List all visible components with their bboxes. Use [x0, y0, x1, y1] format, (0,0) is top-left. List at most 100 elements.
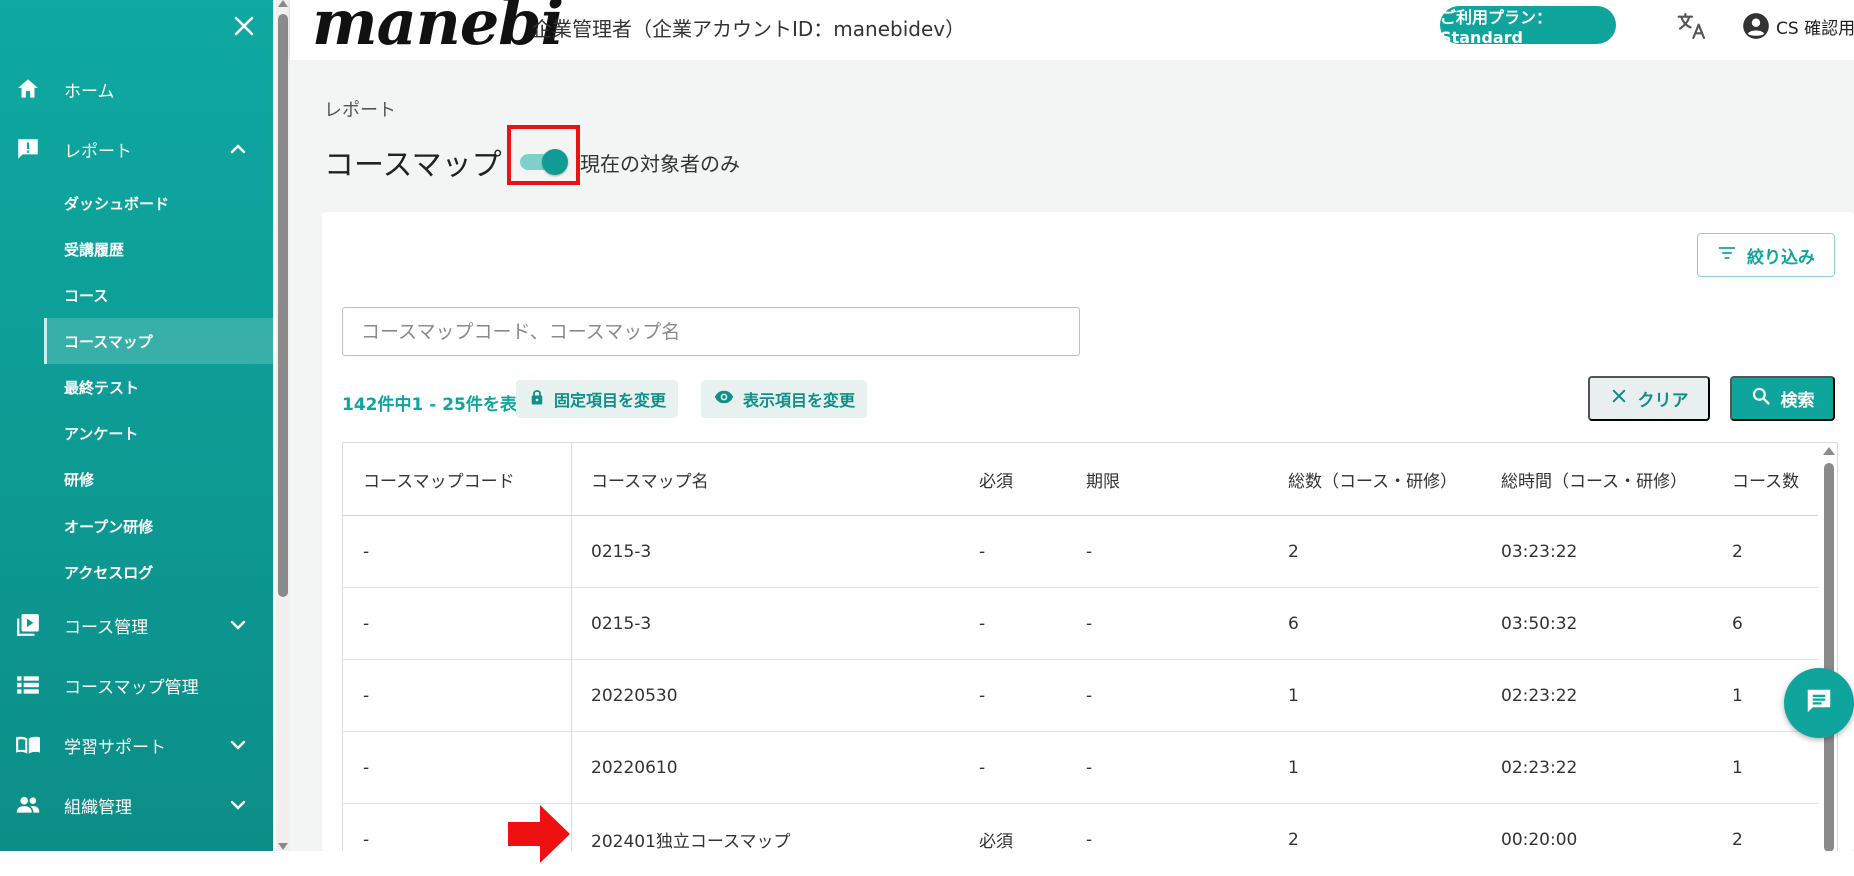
table-cell: 2	[1288, 541, 1299, 562]
close-icon[interactable]	[230, 12, 258, 40]
account-circle-icon[interactable]	[1742, 12, 1770, 40]
column-header[interactable]: 必須	[979, 443, 1013, 515]
sidebar-item-coursemap-management[interactable]: コースマップ管理	[0, 663, 273, 707]
table-cell: -	[1086, 541, 1093, 562]
sidebar-subitem-label: アンケート	[64, 424, 139, 443]
scroll-down-arrow-icon[interactable]	[278, 843, 288, 850]
sidebar-subitem-training[interactable]: 研修	[44, 456, 273, 502]
change-display-items-button[interactable]: 表示項目を変更	[701, 380, 868, 418]
table-cell: 00:20:00	[1501, 829, 1578, 850]
sidebar-item-learning-support[interactable]: 学習サポート	[0, 723, 273, 767]
sidebar-subitem-open-training[interactable]: オープン研修	[44, 503, 273, 549]
table-cell: 02:23:22	[1501, 685, 1578, 706]
scrollbar-thumb[interactable]	[1824, 463, 1834, 851]
clear-button-label: クリア	[1637, 391, 1689, 410]
table-cell: 2	[1732, 829, 1743, 850]
scrollbar-thumb[interactable]	[278, 14, 288, 597]
column-header[interactable]: コース数	[1732, 443, 1799, 515]
eye-icon	[713, 387, 735, 411]
table-cell: -	[1086, 613, 1093, 634]
change-display-items-label: 表示項目を変更	[743, 391, 856, 410]
sidebar-subitem-dashboard[interactable]: ダッシュボード	[44, 180, 273, 226]
main-content: レポート コースマップ 現在の対象者のみ 絞り込み 142件中1 - 25件を表…	[290, 60, 1854, 851]
annotation-highlight-box	[507, 125, 580, 185]
table-cell: 6	[1288, 613, 1299, 634]
report-card: 絞り込み 142件中1 - 25件を表示 固定項目を変更 表示項目を変更 クリア	[322, 212, 1854, 851]
sidebar-subitem-coursemap[interactable]: コースマップ	[44, 318, 273, 364]
search-input[interactable]	[342, 307, 1080, 356]
breadcrumb[interactable]: レポート	[324, 96, 396, 122]
sidebar-item-course-management[interactable]: コース管理	[0, 603, 273, 647]
sidebar-item-label: コース管理	[64, 617, 149, 638]
table-cell: 20220530	[591, 685, 678, 706]
filter-button[interactable]: 絞り込み	[1697, 233, 1835, 277]
plan-badge[interactable]: ご利用プラン：Standard	[1440, 6, 1616, 47]
scroll-up-arrow-icon[interactable]	[1823, 447, 1835, 455]
translate-icon[interactable]	[1676, 10, 1708, 42]
table-scrollbar[interactable]	[1820, 443, 1837, 851]
table-row[interactable]: - 0215-3 - - 6 03:50:32 6	[343, 588, 1818, 660]
sidebar-scrollbar[interactable]	[276, 0, 290, 851]
table-cell: 1	[1732, 685, 1743, 706]
sidebar-subitem-access-log[interactable]: アクセスログ	[44, 549, 273, 595]
table-cell: -	[363, 685, 370, 706]
table-row[interactable]: - 0215-3 - - 2 03:23:22 2	[343, 516, 1818, 588]
book-open-icon	[14, 731, 42, 759]
scroll-up-arrow-icon[interactable]	[278, 0, 288, 7]
page-title: コースマップ	[324, 148, 502, 183]
sidebar-subitem-history[interactable]: 受講履歴	[44, 226, 273, 272]
sidebar-subitem-label: 研修	[64, 470, 95, 489]
change-fixed-items-button[interactable]: 固定項目を変更	[516, 380, 679, 418]
column-header[interactable]: 期限	[1086, 443, 1120, 515]
column-header[interactable]: 総時間（コース・研修）	[1501, 443, 1687, 515]
sidebar-subitem-final-test[interactable]: 最終テスト	[44, 364, 273, 410]
close-icon	[1610, 387, 1628, 410]
sidebar-item-report[interactable]: レポート	[0, 127, 273, 171]
table-cell: -	[363, 613, 370, 634]
search-button[interactable]: 検索	[1730, 376, 1835, 421]
table-cell: 02:23:22	[1501, 757, 1578, 778]
table-cell: -	[1086, 757, 1093, 778]
table-cell: 20220610	[591, 757, 678, 778]
change-fixed-items-label: 固定項目を変更	[554, 391, 667, 410]
search-icon	[1751, 386, 1771, 411]
table-cell: -	[979, 757, 986, 778]
clear-button[interactable]: クリア	[1588, 376, 1710, 421]
column-header[interactable]: コースマップコード	[363, 443, 515, 515]
lock-icon	[528, 387, 546, 411]
table-cell: 2	[1288, 829, 1299, 850]
table-cell: -	[1086, 829, 1093, 850]
table-cell: -	[979, 541, 986, 562]
table-cell: -	[363, 757, 370, 778]
annotation-arrow-icon	[508, 805, 570, 863]
toggle-label: 現在の対象者のみ	[580, 152, 740, 176]
sidebar-item-label: ホーム	[64, 81, 115, 102]
sidebar-item-label: コースマップ管理	[64, 677, 199, 698]
chat-button[interactable]	[1784, 668, 1854, 738]
sidebar-subitem-course[interactable]: コース	[44, 272, 273, 318]
sidebar-item-organization[interactable]: 組織管理	[0, 783, 273, 827]
sidebar-subitem-label: コース	[64, 286, 109, 305]
chevron-down-icon	[226, 733, 250, 757]
table-cell: 0215-3	[591, 613, 652, 634]
manebi-logo[interactable]: manebi	[312, 0, 564, 59]
column-divider	[571, 443, 572, 851]
sidebar-subitem-survey[interactable]: アンケート	[44, 410, 273, 456]
sidebar-item-home[interactable]: ホーム	[0, 67, 273, 111]
sidebar-subitem-label: オープン研修	[64, 517, 154, 536]
column-header[interactable]: コースマップ名	[591, 443, 709, 515]
table-cell: 1	[1288, 685, 1299, 706]
table-cell: 1	[1288, 757, 1299, 778]
sidebar-subitem-label: 受講履歴	[64, 240, 125, 259]
sidebar-subitem-label: 最終テスト	[64, 378, 140, 397]
sidebar-subitem-label: コースマップ	[64, 332, 153, 351]
user-name[interactable]: CS 確認用	[1776, 14, 1854, 39]
column-header[interactable]: 総数（コース・研修）	[1288, 443, 1457, 515]
table-row[interactable]: - 20220530 - - 1 02:23:22 1	[343, 660, 1818, 732]
chat-icon	[1804, 686, 1834, 720]
list-icon	[14, 671, 42, 699]
result-count: 142件中1 - 25件を表示	[342, 395, 534, 415]
chevron-down-icon	[226, 793, 250, 817]
table-row[interactable]: - 20220610 - - 1 02:23:22 1	[343, 732, 1818, 804]
report-feedback-icon	[14, 135, 42, 163]
